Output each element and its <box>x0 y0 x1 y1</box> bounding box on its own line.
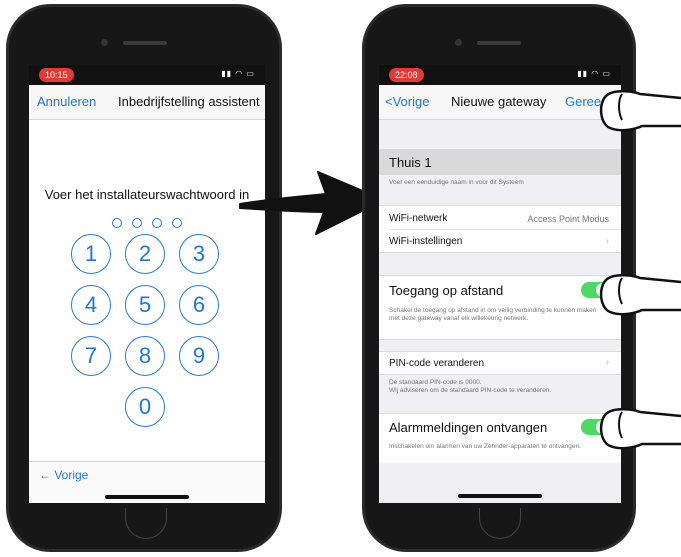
bottom-bar: ← Vorige <box>29 461 265 503</box>
status-icons: ▮▮ ◠ ▭ <box>221 69 255 78</box>
key-7[interactable]: 7 <box>71 336 111 376</box>
wifi-network-value: Access Point Modus <box>527 214 609 224</box>
camera-icon <box>101 39 108 46</box>
key-0[interactable]: 0 <box>125 387 165 427</box>
screen-new-gateway: 22:08 ▮▮ ◠ ▭ <Vorige Nieuwe gateway Gere… <box>379 65 621 503</box>
back-button[interactable]: <Vorige <box>385 94 429 109</box>
chevron-right-icon: › <box>605 357 609 368</box>
name-field[interactable]: Thuis 1 <box>379 149 621 175</box>
divider <box>389 229 621 230</box>
remote-access-footnote: Schakel de toegang op afstand in om veil… <box>389 307 597 322</box>
home-indicator <box>458 494 542 498</box>
phone-chin <box>125 508 167 539</box>
remote-access-row: Toegang op afstand <box>379 275 621 304</box>
key-8[interactable]: 8 <box>125 336 165 376</box>
wifi-network-label: WiFi-netwerk <box>389 213 448 224</box>
pin-row[interactable]: PIN-code veranderen › <box>379 351 621 375</box>
screen-installer-password: 10:15 ▮▮ ◠ ▭ Annuleren Inbedrijfstelling… <box>29 65 265 503</box>
cancel-button[interactable]: Annuleren <box>37 94 96 109</box>
passcode-dot <box>152 218 162 228</box>
name-value: Thuis 1 <box>389 155 432 170</box>
key-9[interactable]: 9 <box>179 336 219 376</box>
earpiece <box>123 41 167 45</box>
pointing-hand-icon <box>599 90 681 132</box>
camera-icon <box>455 39 462 46</box>
wifi-group: WiFi-netwerk Access Point Modus WiFi-ins… <box>379 205 621 253</box>
key-3[interactable]: 3 <box>179 234 219 274</box>
key-1[interactable]: 1 <box>71 234 111 274</box>
alarm-footnote-box: Inschakelen om alarmen van uw Zehnder-ap… <box>379 439 621 463</box>
pin-footnote: De standaard PIN-code is 0000. Wij advis… <box>389 379 552 394</box>
status-bar: 10:15 ▮▮ ◠ ▭ <box>29 65 265 85</box>
status-bar: 22:08 ▮▮ ◠ ▭ <box>379 65 621 85</box>
nav-bar: Annuleren Inbedrijfstelling assistent <box>29 85 265 120</box>
status-time: 22:08 <box>389 68 424 82</box>
page-title: Inbedrijfstelling assistent <box>118 94 260 109</box>
back-button[interactable]: ← Vorige <box>39 468 88 482</box>
remote-access-label: Toegang op afstand <box>389 283 504 298</box>
key-5[interactable]: 5 <box>125 285 165 325</box>
page-title: Nieuwe gateway <box>451 94 547 109</box>
name-hint: Voer een eenduidige naam in voor dit Sys… <box>389 179 524 186</box>
alarm-row: Alarmmeldingen ontvangen <box>379 413 621 440</box>
passcode-dot <box>132 218 142 228</box>
remote-access-footnote-box: Schakel de toegang op afstand in om veil… <box>379 303 621 340</box>
password-prompt: Voer het installateurswachtwoord in <box>44 187 250 202</box>
alarm-label: Alarmmeldingen ontvangen <box>389 420 548 435</box>
status-icons: ▮▮ ◠ ▭ <box>577 69 611 78</box>
phone-chin <box>479 508 521 539</box>
pointing-hand-icon <box>599 408 681 450</box>
key-2[interactable]: 2 <box>125 234 165 274</box>
passcode-dot <box>172 218 182 228</box>
earpiece <box>477 41 521 45</box>
nav-bar: <Vorige Nieuwe gateway Geree <box>379 85 621 120</box>
alarm-footnote: Inschakelen om alarmen van uw Zehnder-ap… <box>389 443 581 450</box>
pointing-hand-icon <box>599 274 681 316</box>
chevron-right-icon: › <box>605 236 609 247</box>
wifi-settings-row[interactable]: WiFi-instellingen <box>389 236 462 247</box>
passcode-dot <box>112 218 122 228</box>
phone-left: 10:15 ▮▮ ◠ ▭ Annuleren Inbedrijfstelling… <box>6 4 282 552</box>
key-6[interactable]: 6 <box>179 285 219 325</box>
pin-label: PIN-code veranderen <box>389 358 485 369</box>
key-4[interactable]: 4 <box>71 285 111 325</box>
passcode-dots <box>29 215 265 233</box>
status-time: 10:15 <box>39 68 74 82</box>
home-indicator <box>105 495 189 499</box>
